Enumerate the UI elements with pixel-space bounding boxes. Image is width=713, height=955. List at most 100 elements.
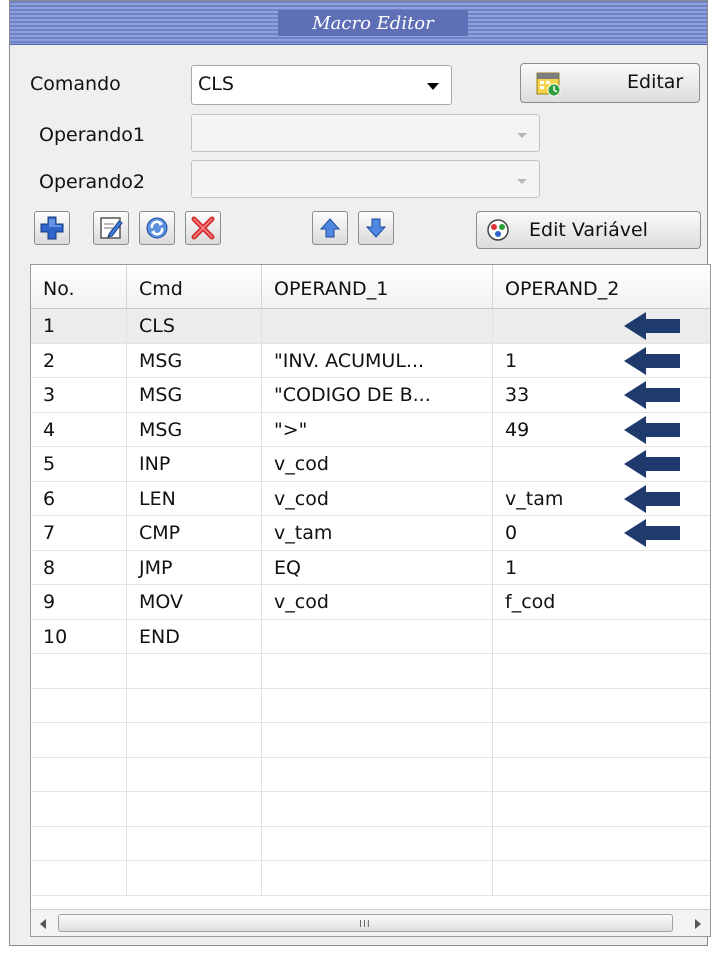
table-row[interactable] [31,688,710,723]
macro-editor-window: Macro Editor Comando CLS Editar Operando… [9,0,711,946]
edit-button[interactable] [93,211,129,245]
operando2-label: Operando2 [39,171,145,193]
table-row[interactable] [31,757,710,792]
scroll-left-icon[interactable] [40,919,46,929]
cell-no: 5 [31,447,127,481]
refresh-button[interactable] [139,211,175,245]
column-header-cmd[interactable]: Cmd [127,265,262,309]
cell-operand-1 [262,826,493,860]
left-arrow-icon [624,415,680,444]
cell-no: 9 [31,585,127,619]
title-center-band: Macro Editor [278,10,468,36]
cell-cmd [127,861,262,895]
cell-no: 10 [31,619,127,653]
cell-operand-1 [262,757,493,791]
table-row[interactable] [31,826,710,861]
move-up-icon [319,218,341,238]
cell-operand-2 [493,827,710,861]
table-row[interactable] [31,792,710,827]
cell-operand-1: v_cod [262,481,493,515]
editar-label: Editar [627,71,684,93]
table-row[interactable]: 7 CMP v_tam 0 [31,516,710,551]
table-row[interactable]: 6 LEN v_cod v_tam [31,481,710,516]
edit-variavel-label: Edit Variável [529,219,648,241]
cell-cmd [127,688,262,722]
move-down-icon [365,218,387,238]
cell-no [31,861,127,895]
table-row[interactable] [31,654,710,689]
column-header-operand-2[interactable]: OPERAND_2 [493,265,710,309]
chevron-down-icon [517,133,527,138]
cell-operand-1: v_cod [262,585,493,619]
scrollbar-thumb[interactable]: III [58,914,673,932]
cell-no [31,654,127,688]
cell-cmd: MOV [127,585,262,619]
column-header-no[interactable]: No. [31,265,127,309]
edit-icon [100,217,123,239]
cell-operand-2 [493,792,710,826]
move-down-button[interactable] [358,211,394,245]
add-button[interactable] [34,211,70,245]
table-header: No. Cmd OPERAND_1 OPERAND_2 [31,265,710,309]
cell-cmd: INP [127,447,262,481]
table-row[interactable]: 5 INP v_cod [31,447,710,482]
table-row[interactable]: 2 MSG "INV. ACUMUL... 1 [31,343,710,378]
variables-icon [487,219,509,241]
operando2-select[interactable] [191,160,540,198]
left-arrow-icon [624,312,680,340]
cell-cmd: CMP [127,516,262,550]
cell-no: 8 [31,550,127,584]
table-row[interactable]: 1 CLS [31,309,710,344]
cell-operand-2 [493,861,710,895]
window-title: Macro Editor [312,13,434,34]
cell-cmd [127,826,262,860]
cell-no [31,826,127,860]
table-row[interactable]: 8 JMP EQ 1 [31,550,710,585]
delete-button[interactable] [185,211,221,245]
cell-no [31,723,127,757]
cell-cmd: JMP [127,550,262,584]
comando-value: CLS [198,73,234,95]
cell-operand-2 [493,654,710,688]
table-row[interactable]: 3 MSG "CODIGO DE B... 33 [31,378,710,413]
cell-cmd: END [127,619,262,653]
cell-operand-1 [262,688,493,722]
horizontal-scrollbar[interactable]: III [31,909,710,936]
chevron-down-icon [517,179,527,184]
operando1-select[interactable] [191,114,540,152]
editar-button[interactable]: Editar [520,63,700,103]
move-up-button[interactable] [312,211,348,245]
macro-table: No. Cmd OPERAND_1 OPERAND_2 1 CLS 2 MSG "INV… [30,264,711,937]
left-arrow-icon [624,450,680,478]
cell-operand-2: 1 [505,556,518,579]
table-row[interactable]: 10 END [31,619,710,654]
left-arrow-icon [624,346,680,375]
cell-cmd: MSG [127,343,262,377]
cell-no: 6 [31,481,127,515]
scroll-right-icon[interactable] [695,919,701,929]
edit-variavel-button[interactable]: Edit Variável [476,211,701,249]
cell-no: 3 [31,378,127,412]
cell-cmd [127,757,262,791]
cell-cmd: MSG [127,412,262,446]
table-row[interactable] [31,723,710,758]
table-row[interactable] [31,861,710,896]
table-row[interactable]: 4 MSG ">" 49 [31,412,710,447]
cell-operand-1 [262,861,493,895]
scrollbar-grip: III [359,919,371,930]
cell-no [31,688,127,722]
cell-no [31,757,127,791]
refresh-icon [146,217,168,239]
cell-no: 4 [31,412,127,446]
cell-operand-1: v_cod [262,447,493,481]
cell-cmd: CLS [127,309,262,343]
cell-cmd [127,792,262,826]
cell-operand-1 [262,723,493,757]
cell-cmd [127,654,262,688]
comando-select[interactable]: CLS [191,65,452,105]
column-header-operand-1[interactable]: OPERAND_1 [262,265,493,309]
add-icon [40,216,64,240]
table-row[interactable]: 9 MOV v_cod f_cod [31,585,710,620]
cell-operand-2 [493,620,710,654]
cell-operand-2 [493,723,710,757]
